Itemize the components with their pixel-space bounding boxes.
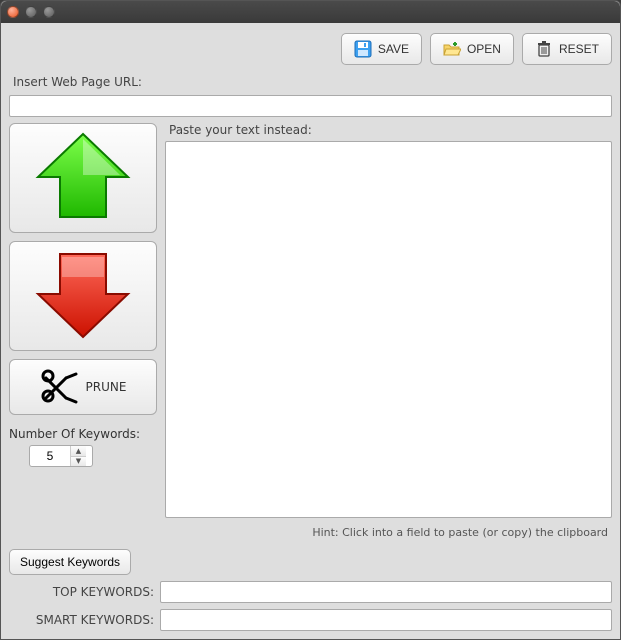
toolbar: SAVE OPEN [9,31,612,69]
save-label: SAVE [378,42,409,56]
top-keywords-input[interactable] [160,581,612,603]
suggest-keywords-button[interactable]: Suggest Keywords [9,549,131,575]
spinner-up-button[interactable]: ▲ [71,446,86,457]
reset-label: RESET [559,42,599,56]
left-column: PRUNE Number Of Keywords: ▲ ▼ [9,123,157,541]
middle-section: PRUNE Number Of Keywords: ▲ ▼ Paste your… [9,123,612,541]
url-input[interactable] [9,95,612,117]
keywords-count-label: Number Of Keywords: [9,427,157,441]
smart-keywords-row: SMART KEYWORDS: [9,609,612,631]
top-keywords-label: TOP KEYWORDS: [9,585,154,599]
url-label: Insert Web Page URL: [9,75,612,89]
bottom-section: Suggest Keywords TOP KEYWORDS: SMART KEY… [9,547,612,631]
spinner-buttons: ▲ ▼ [70,446,86,466]
scissors-icon [40,366,80,409]
keywords-count-spinner[interactable]: ▲ ▼ [29,445,93,467]
prune-button[interactable]: PRUNE [9,359,157,415]
open-label: OPEN [467,42,501,56]
save-icon [354,40,372,58]
app-window: SAVE OPEN [0,0,621,640]
content-area: SAVE OPEN [1,23,620,639]
paste-textarea[interactable] [165,141,612,518]
titlebar [1,1,620,23]
window-close-button[interactable] [7,6,19,18]
paste-label: Paste your text instead: [165,123,612,137]
save-button[interactable]: SAVE [341,33,422,65]
keywords-count-input[interactable] [30,446,70,466]
smart-keywords-input[interactable] [160,609,612,631]
open-folder-icon [443,40,461,58]
hint-text: Hint: Click into a field to paste (or co… [165,522,612,541]
arrow-down-icon [28,247,138,345]
open-button[interactable]: OPEN [430,33,514,65]
window-minimize-button[interactable] [25,6,37,18]
smart-keywords-label: SMART KEYWORDS: [9,613,154,627]
arrow-up-icon [28,129,138,227]
trash-icon [535,40,553,58]
right-column: Paste your text instead: Hint: Click int… [165,123,612,541]
up-arrow-button[interactable] [9,123,157,233]
keywords-count-section: Number Of Keywords: ▲ ▼ [9,423,157,467]
reset-button[interactable]: RESET [522,33,612,65]
prune-label: PRUNE [86,380,127,394]
window-maximize-button[interactable] [43,6,55,18]
spinner-down-button[interactable]: ▼ [71,457,86,467]
top-keywords-row: TOP KEYWORDS: [9,581,612,603]
down-arrow-button[interactable] [9,241,157,351]
